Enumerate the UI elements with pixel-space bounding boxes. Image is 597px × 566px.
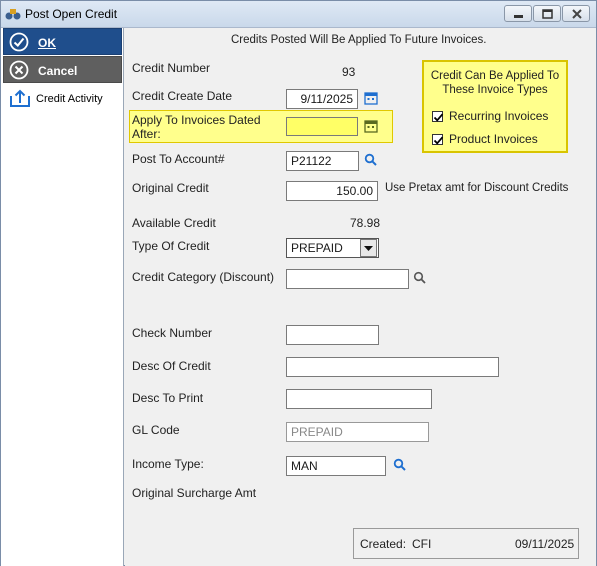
checkmark-circle-icon <box>9 32 29 52</box>
desc-of-credit-field[interactable] <box>286 357 499 377</box>
invoice-types-panel: Credit Can Be Applied To These Invoice T… <box>422 60 568 153</box>
title-bar: Post Open Credit <box>1 1 596 28</box>
ok-button[interactable]: OK <box>3 28 122 55</box>
gl-code-field[interactable]: PREPAID <box>286 422 429 442</box>
available-credit-label: Available Credit <box>132 216 216 230</box>
original-credit-field[interactable]: 150.00 <box>286 181 378 201</box>
apply-dated-after-label-line1: Apply To Invoices Dated <box>132 113 261 127</box>
search-icon[interactable] <box>364 153 378 167</box>
ok-label: OK <box>38 36 56 50</box>
income-type-label: Income Type: <box>132 457 204 471</box>
credit-create-date-label: Credit Create Date <box>132 89 233 103</box>
cancel-button[interactable]: Cancel <box>3 56 122 83</box>
minimize-button[interactable] <box>504 5 532 22</box>
recurring-invoices-checkbox[interactable] <box>432 111 444 122</box>
apply-dated-after-field[interactable] <box>286 117 358 136</box>
close-button[interactable] <box>562 5 590 22</box>
desc-of-credit-label: Desc Of Credit <box>132 359 211 373</box>
available-credit-value: 78.98 <box>350 216 381 230</box>
credit-activity-button[interactable]: Credit Activity <box>3 86 122 112</box>
checkmark-icon <box>433 113 444 122</box>
calendar-icon[interactable] <box>364 91 378 105</box>
type-of-credit-value: PREPAID <box>291 241 343 255</box>
search-icon[interactable] <box>393 458 407 472</box>
window-title: Post Open Credit <box>25 7 118 21</box>
action-sidebar: OK Cancel Credit Activity <box>1 28 124 566</box>
apply-dated-after-label-line2: After: <box>132 127 161 141</box>
calendar-icon[interactable] <box>364 119 378 133</box>
minimize-icon <box>514 15 523 18</box>
credit-create-date-field[interactable]: 9/11/2025 <box>286 89 358 109</box>
gl-code-label: GL Code <box>132 423 180 437</box>
app-icon <box>5 9 21 20</box>
check-number-field[interactable] <box>286 325 379 345</box>
check-number-label: Check Number <box>132 326 213 340</box>
close-circle-icon <box>9 60 29 80</box>
maximize-button[interactable] <box>533 5 561 22</box>
checkmark-icon <box>433 136 444 145</box>
dropdown-arrow-icon <box>364 246 373 251</box>
desc-to-print-field[interactable] <box>286 389 432 409</box>
credit-activity-label: Credit Activity <box>36 93 103 105</box>
post-to-account-label: Post To Account# <box>132 152 225 166</box>
income-type-field[interactable]: MAN <box>286 456 386 476</box>
post-open-credit-window: Post Open Credit OK Cancel Credit Activi… <box>0 0 597 566</box>
created-date: 09/11/2025 <box>515 537 575 551</box>
cancel-label: Cancel <box>38 64 78 78</box>
created-info-box: Created: CFI 09/11/2025 <box>353 528 579 559</box>
credit-number-label: Credit Number <box>132 61 211 75</box>
search-icon[interactable] <box>413 271 427 285</box>
type-of-credit-dropdown-button[interactable] <box>360 239 377 257</box>
credit-category-label: Credit Category (Discount) <box>132 270 275 284</box>
maximize-icon <box>542 9 553 19</box>
recurring-invoices-label: Recurring Invoices <box>449 109 549 123</box>
created-label: Created: <box>360 537 407 551</box>
desc-to-print-label: Desc To Print <box>132 391 204 405</box>
upload-arrow-icon <box>10 89 30 107</box>
product-invoices-checkbox[interactable] <box>432 134 444 145</box>
post-to-account-field[interactable]: P21122 <box>286 151 359 171</box>
invoice-types-title-line1: Credit Can Be Applied To <box>430 70 560 82</box>
credit-form: Credits Posted Will Be Applied To Future… <box>125 28 596 566</box>
type-of-credit-label: Type Of Credit <box>132 239 210 253</box>
invoice-types-title-line2: These Invoice Types <box>442 84 548 96</box>
created-by: CFI <box>412 537 432 551</box>
credit-number-value: 93 <box>342 65 356 79</box>
original-credit-note: Use Pretax amt for Discount Credits <box>385 182 569 194</box>
header-note: Credits Posted Will Be Applied To Future… <box>231 34 487 46</box>
invoice-types-title: Credit Can Be Applied To These Invoice T… <box>424 69 566 97</box>
credit-category-field[interactable] <box>286 269 409 289</box>
product-invoices-label: Product Invoices <box>449 132 538 146</box>
close-icon <box>572 9 582 19</box>
original-surcharge-label: Original Surcharge Amt <box>132 486 257 500</box>
original-credit-label: Original Credit <box>132 181 209 195</box>
